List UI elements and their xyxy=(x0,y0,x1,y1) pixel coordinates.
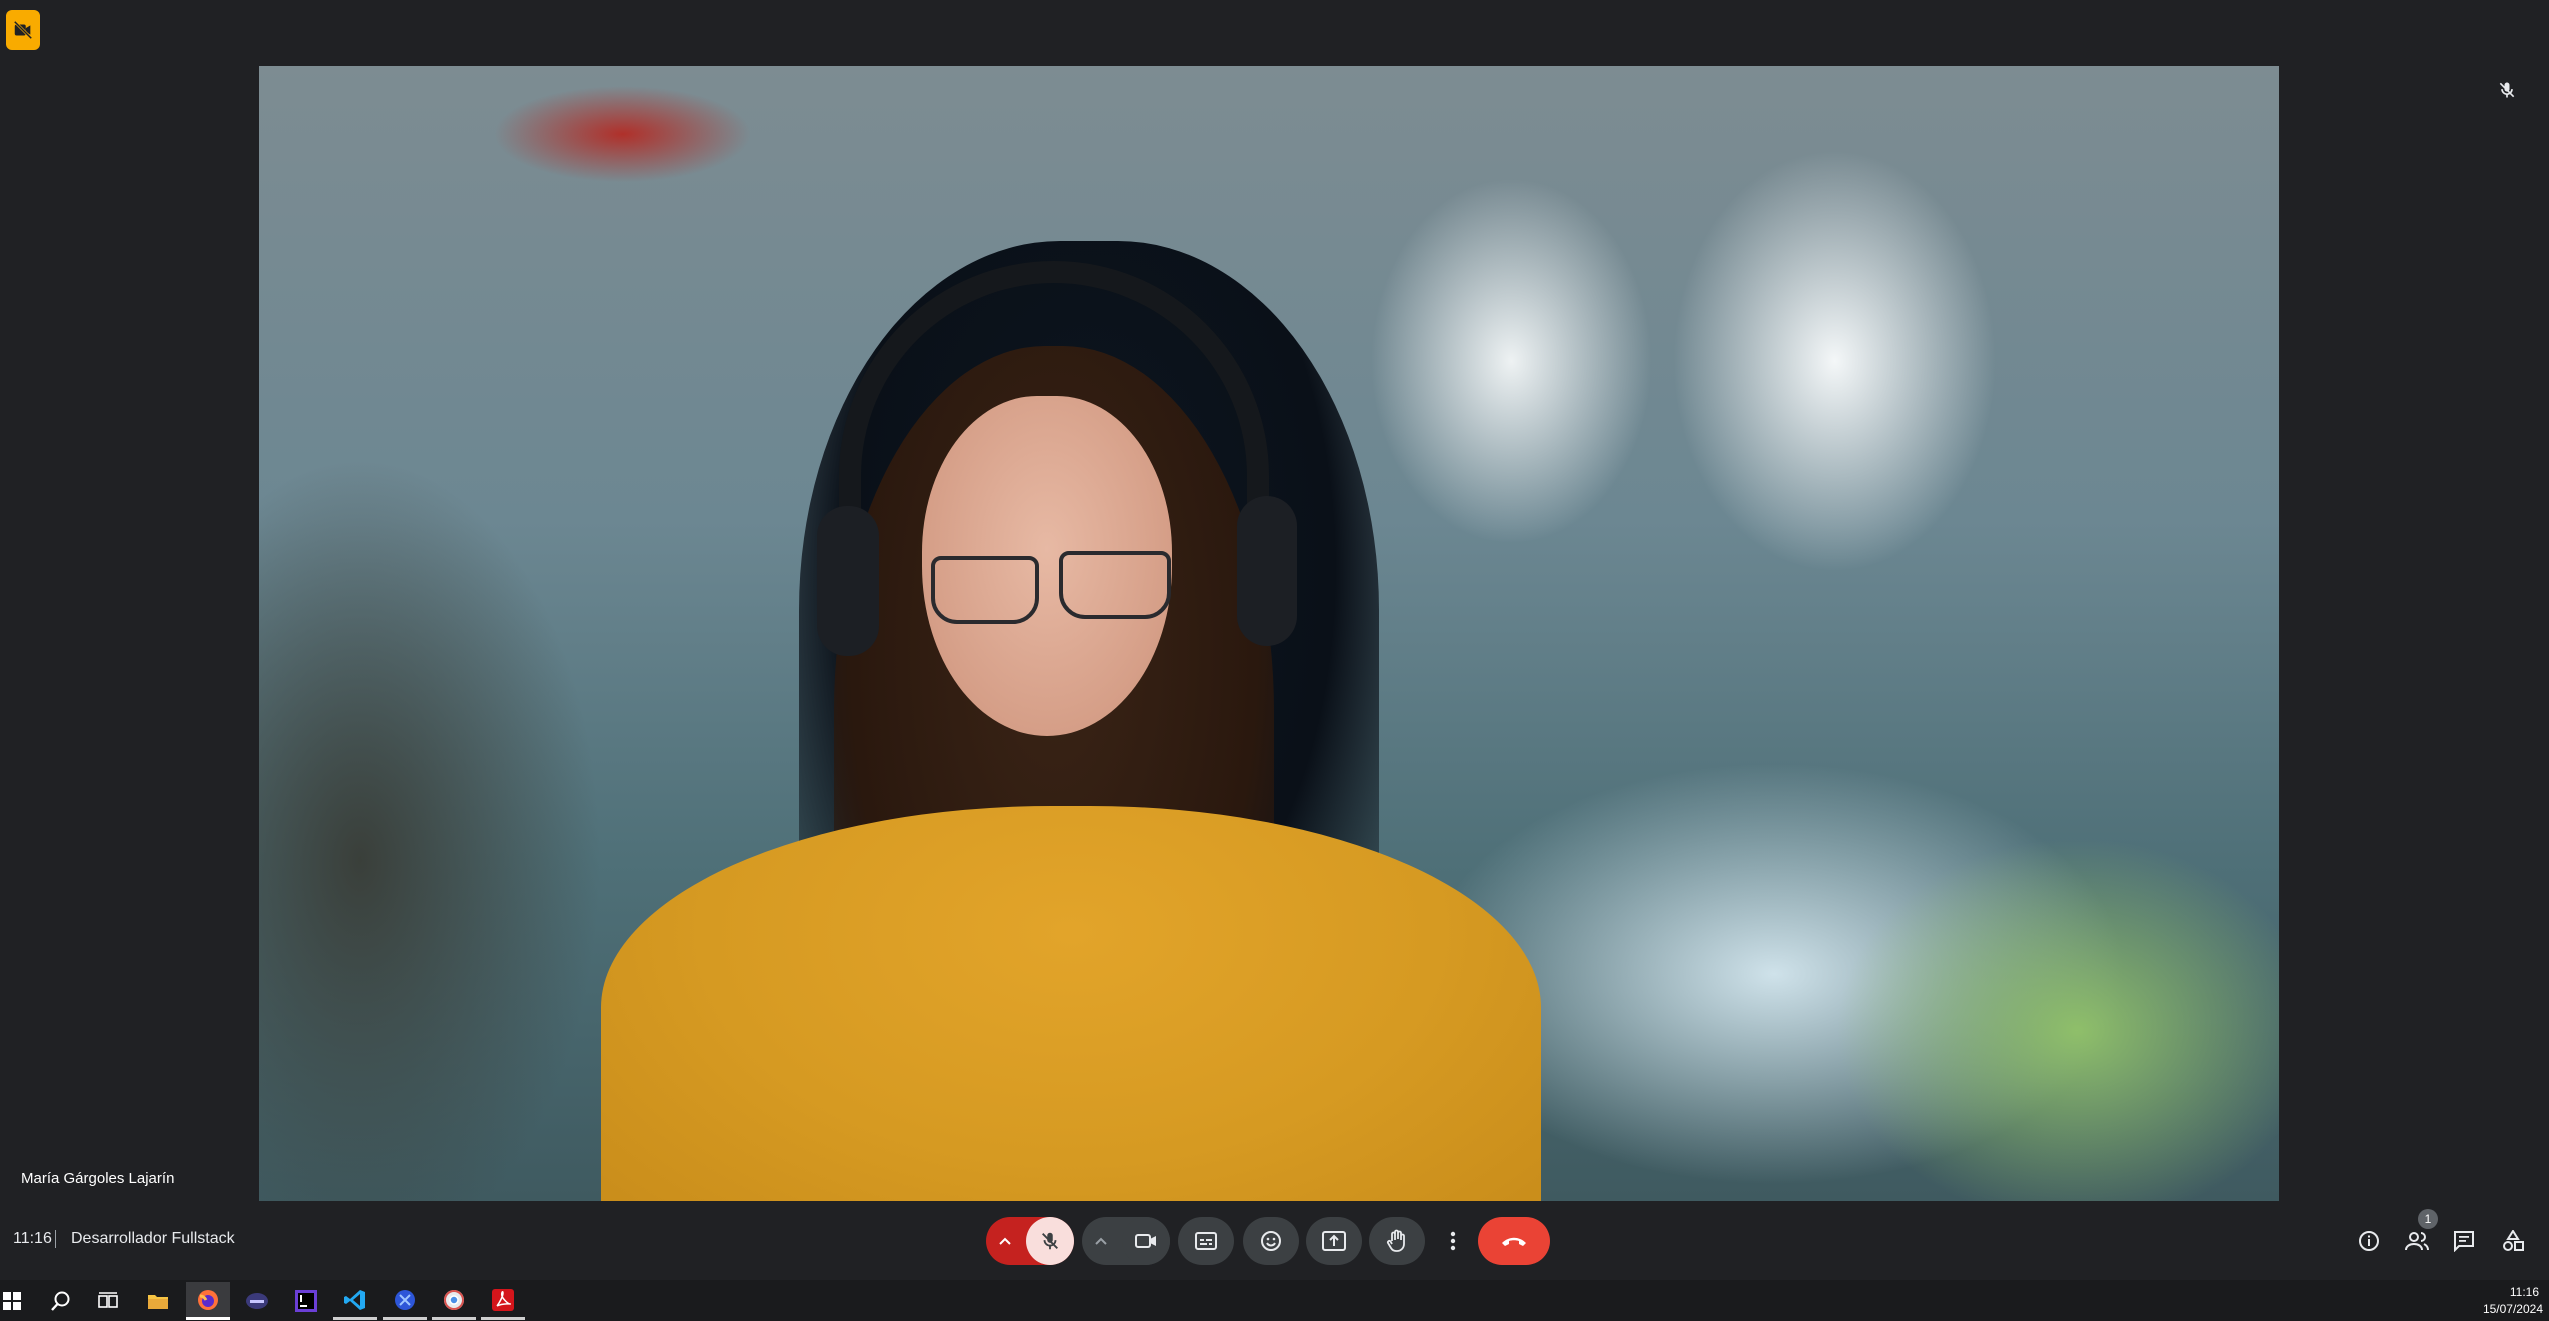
activities-button[interactable] xyxy=(2496,1224,2530,1258)
video-headphone-cup xyxy=(1237,496,1297,646)
taskbar-clock-date[interactable]: 15/07/2024 xyxy=(2483,1302,2543,1316)
reactions-button[interactable] xyxy=(1243,1217,1299,1265)
participant-name: María Gárgoles Lajarín xyxy=(21,1170,175,1187)
present-screen-icon xyxy=(1322,1231,1346,1251)
people-button[interactable] xyxy=(2400,1224,2434,1258)
divider xyxy=(55,1230,56,1248)
task-view-icon xyxy=(98,1292,118,1310)
firefox-icon xyxy=(196,1288,220,1312)
emoji-icon xyxy=(1260,1230,1282,1252)
captions-button[interactable] xyxy=(1178,1217,1234,1265)
taskbar-app[interactable] xyxy=(235,1282,279,1320)
mic-options-button[interactable] xyxy=(990,1217,1020,1265)
more-options-button[interactable] xyxy=(1434,1217,1472,1265)
chat-icon xyxy=(2453,1230,2475,1252)
people-icon xyxy=(2405,1231,2429,1251)
people-count-badge: 1 xyxy=(2418,1209,2438,1229)
chevron-up-icon xyxy=(998,1236,1012,1246)
camera-off-icon xyxy=(12,19,34,41)
app-icon xyxy=(394,1289,416,1311)
participant-video xyxy=(259,66,2279,1201)
taskbar-acrobat[interactable] xyxy=(481,1282,525,1320)
closed-captions-icon xyxy=(1195,1232,1217,1250)
end-call-icon xyxy=(1500,1234,1528,1248)
raise-hand-button[interactable] xyxy=(1369,1217,1425,1265)
taskbar-firefox[interactable] xyxy=(186,1282,230,1320)
info-icon xyxy=(2358,1230,2380,1252)
mic-off-icon xyxy=(1039,1230,1061,1252)
camera-toggle-button[interactable] xyxy=(1122,1217,1170,1265)
meeting-details-button[interactable] xyxy=(2352,1224,2386,1258)
meeting-time: 11:16 xyxy=(13,1230,52,1247)
search-icon xyxy=(50,1290,72,1312)
leave-call-button[interactable] xyxy=(1478,1217,1550,1265)
vscode-icon xyxy=(344,1289,366,1311)
pdf-icon xyxy=(492,1288,514,1311)
camera-options-button[interactable] xyxy=(1086,1217,1116,1265)
mic-toggle-button[interactable] xyxy=(1026,1217,1074,1265)
folder-icon xyxy=(147,1292,169,1310)
task-view-button[interactable] xyxy=(86,1282,130,1320)
more-vertical-icon xyxy=(1450,1231,1456,1251)
app-icon xyxy=(245,1291,269,1311)
video-sweater xyxy=(601,806,1541,1201)
participant-mic-off-icon xyxy=(2497,80,2517,100)
chrome-icon xyxy=(443,1289,465,1311)
taskbar-search-button[interactable] xyxy=(39,1282,83,1320)
video-camera-icon xyxy=(1134,1232,1158,1250)
taskbar-intellij[interactable] xyxy=(284,1282,328,1320)
taskbar-file-explorer[interactable] xyxy=(136,1282,180,1320)
camera-off-badge xyxy=(6,10,40,50)
taskbar-vscode[interactable] xyxy=(333,1282,377,1320)
chevron-up-icon xyxy=(1094,1236,1108,1246)
present-screen-button[interactable] xyxy=(1306,1217,1362,1265)
taskbar-app-blue[interactable] xyxy=(383,1282,427,1320)
taskbar-clock-time[interactable]: 11:16 xyxy=(2510,1285,2539,1299)
meeting-title: Desarrollador Fullstack xyxy=(71,1230,235,1247)
intellij-icon xyxy=(295,1290,317,1312)
video-headphone-cup xyxy=(817,506,879,656)
start-button[interactable] xyxy=(0,1282,34,1320)
shapes-icon xyxy=(2502,1230,2524,1252)
taskbar-chrome[interactable] xyxy=(432,1282,476,1320)
windows-icon xyxy=(3,1292,21,1310)
hand-icon xyxy=(1386,1229,1408,1253)
chat-button[interactable] xyxy=(2447,1224,2481,1258)
